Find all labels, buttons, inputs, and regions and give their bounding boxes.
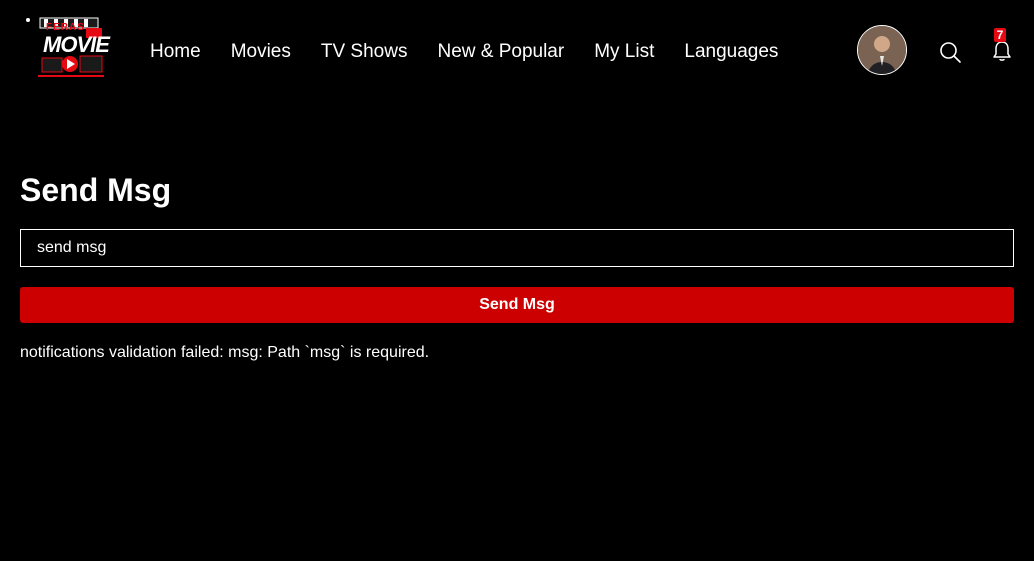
search-icon[interactable]: [938, 40, 962, 64]
nav-item-new-popular[interactable]: New & Popular: [437, 40, 564, 64]
nav-item-my-list[interactable]: My List: [594, 40, 654, 64]
send-message-section: Send Msg Send Msg notifications validati…: [20, 170, 1014, 362]
message-input[interactable]: [20, 229, 1014, 267]
notifications-button[interactable]: 7: [989, 28, 1015, 64]
site-logo[interactable]: FERAS MOVIE: [24, 14, 112, 84]
top-navbar: FERAS MOVIE Home Movies TV Shows New & P…: [0, 0, 1034, 100]
avatar-image: [858, 26, 906, 74]
main-nav: Home Movies TV Shows New & Popular My Li…: [150, 40, 808, 64]
notification-count-badge: 7: [994, 28, 1006, 42]
bell-icon: [993, 41, 1011, 61]
nav-item-tv-shows[interactable]: TV Shows: [321, 40, 408, 64]
nav-item-movies[interactable]: Movies: [231, 40, 291, 64]
logo-main-text: MOVIE: [43, 32, 110, 57]
page-title: Send Msg: [20, 172, 172, 208]
send-msg-button[interactable]: Send Msg: [20, 287, 1014, 323]
nav-item-languages[interactable]: Languages: [684, 40, 778, 64]
validation-error-message: notifications validation failed: msg: Pa…: [20, 344, 430, 361]
nav-item-home[interactable]: Home: [150, 40, 201, 64]
user-avatar[interactable]: [857, 25, 907, 75]
